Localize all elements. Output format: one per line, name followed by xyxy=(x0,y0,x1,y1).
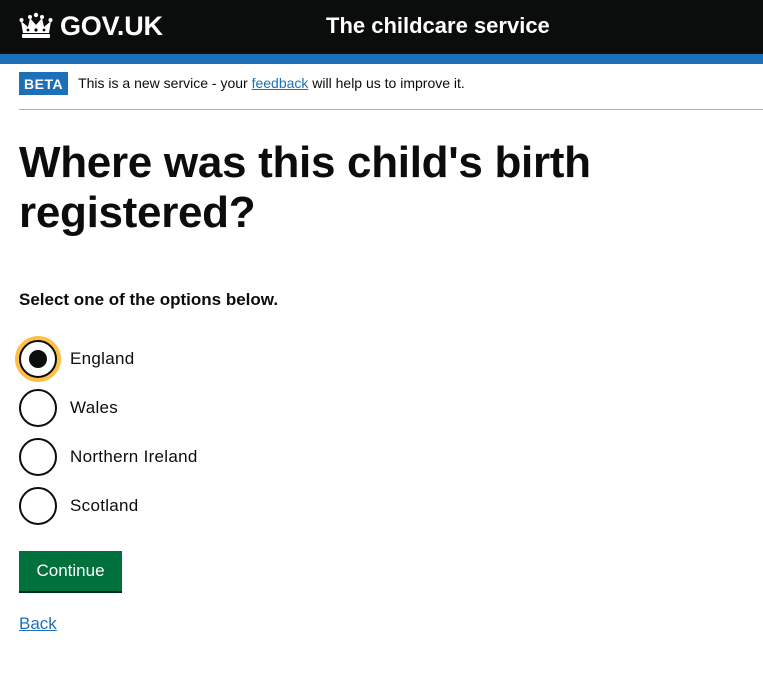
phase-banner-text: This is a new service - your feedback wi… xyxy=(78,71,465,96)
radio-button[interactable] xyxy=(19,388,57,427)
phase-text-before: This is a new service - your xyxy=(78,75,252,91)
radio-option-northern-ireland[interactable]: Northern Ireland xyxy=(19,432,419,481)
radio-group: England Wales Northern Ireland Scotland xyxy=(19,334,419,530)
service-name-link[interactable]: The childcare service xyxy=(326,10,550,42)
radio-option-wales[interactable]: Wales xyxy=(19,383,419,432)
feedback-link[interactable]: feedback xyxy=(252,75,309,91)
radio-button[interactable] xyxy=(19,437,57,476)
radio-label: England xyxy=(70,348,135,368)
radio-selected-dot xyxy=(29,349,47,368)
radio-option-scotland[interactable]: Scotland xyxy=(19,481,419,530)
phase-banner: BETA This is a new service - your feedba… xyxy=(19,72,763,110)
site-header: GOV.UK The childcare service xyxy=(0,0,763,54)
radio-label: Wales xyxy=(70,397,119,417)
continue-button[interactable]: Continue xyxy=(19,551,122,591)
radio-option-england[interactable]: England xyxy=(19,334,419,383)
page-title: Where was this child's birth registered? xyxy=(19,138,591,237)
beta-tag: BETA xyxy=(19,72,69,95)
govuk-logo-link[interactable]: GOV.UK xyxy=(19,10,163,42)
radio-button[interactable] xyxy=(19,339,57,378)
logo-text: GOV.UK xyxy=(60,11,163,41)
radio-label: Northern Ireland xyxy=(70,446,198,466)
crown-icon xyxy=(19,12,53,38)
phase-text-after: will help us to improve it. xyxy=(308,75,465,91)
radio-button[interactable] xyxy=(19,486,57,525)
back-link[interactable]: Back xyxy=(19,612,57,636)
radio-hint: Select one of the options below. xyxy=(19,290,279,309)
radio-label: Scotland xyxy=(70,495,139,515)
header-blue-bar xyxy=(0,54,763,64)
